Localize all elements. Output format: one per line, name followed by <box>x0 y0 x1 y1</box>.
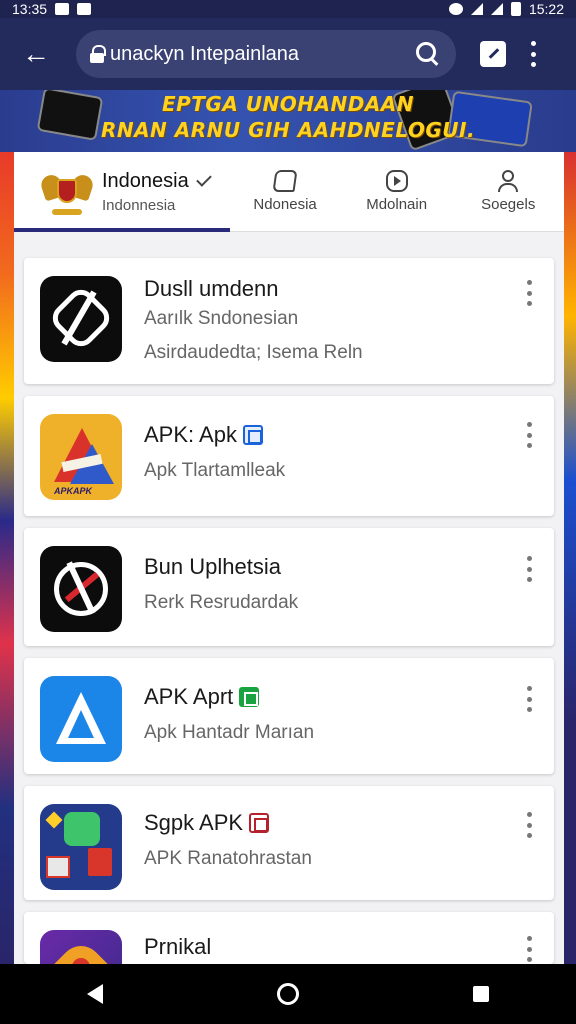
nav-recents-icon[interactable] <box>473 986 489 1002</box>
banner-headline-1: EPTGA UNOHANDAAN <box>161 92 415 116</box>
app-subtitle: Apk Hantadr Marıan <box>144 722 315 743</box>
battery-icon <box>510 2 521 16</box>
edit-icon[interactable] <box>480 41 506 67</box>
app-description: Asirdaudedta; Isema Reln <box>144 342 363 363</box>
app-list-sheet: Indonesia Indonnesia Ndonesia Mdolnain S… <box>14 152 564 964</box>
overflow-menu-icon[interactable] <box>528 41 538 67</box>
wifi-icon <box>470 3 483 15</box>
more-options-icon[interactable] <box>524 686 534 712</box>
tab-label: Mdolnain <box>366 196 428 213</box>
app-subtitle: Rerk Resrudardak <box>144 592 299 613</box>
tab-subtitle: Indonnesia <box>102 196 176 214</box>
app-black-a-icon <box>40 276 122 362</box>
list-item[interactable]: APK Aprt Apk Hantadr Marıan <box>24 658 554 774</box>
more-options-icon[interactable] <box>524 812 534 838</box>
nav-back-icon[interactable] <box>87 984 103 1004</box>
status-time-left: 13:35 <box>12 1 48 17</box>
tab-label: Soegels <box>481 196 536 213</box>
more-options-icon[interactable] <box>524 556 534 582</box>
app-multi-icon <box>40 804 122 890</box>
browser-toolbar: ← unackyn Intepainlana <box>0 18 576 90</box>
status-time-right: 15:22 <box>528 1 564 17</box>
app-circle-a-icon <box>40 546 122 632</box>
alarm-icon <box>448 3 463 15</box>
app-name: Sgpk APK <box>144 810 244 835</box>
app-star-icon: APKAPK <box>40 414 122 500</box>
tab-label: Ndonesia <box>253 196 317 213</box>
lock-icon <box>90 45 106 63</box>
tab-mdolnain[interactable]: Mdolnain <box>341 152 453 231</box>
address-bar[interactable]: unackyn Intepainlana <box>76 30 456 78</box>
play-icon <box>385 170 408 192</box>
list-item[interactable]: Bun Uplhetsia Rerk Resrudardak <box>24 528 554 646</box>
notification-icon <box>55 3 70 15</box>
check-icon <box>195 171 212 187</box>
app-subtitle: Aarılk Sndonesian <box>144 308 299 329</box>
more-options-icon[interactable] <box>524 422 534 448</box>
system-nav-bar <box>0 964 576 1024</box>
app-blue-a-icon <box>40 676 122 762</box>
verified-badge-icon <box>239 687 260 707</box>
list-item[interactable]: APKAPK APK: Apk Apk Tlartamlleak <box>24 396 554 516</box>
garuda-emblem-icon <box>38 169 96 215</box>
list-item[interactable]: Prnikal <box>24 912 554 964</box>
app-flower-icon <box>40 930 122 964</box>
message-icon <box>77 3 92 15</box>
signal-icon <box>490 3 503 15</box>
category-tabs: Indonesia Indonnesia Ndonesia Mdolnain S… <box>14 152 564 232</box>
tab-soegels[interactable]: Soegels <box>452 152 564 231</box>
bookmark-icon <box>272 170 298 192</box>
back-arrow-icon: ← <box>22 38 50 69</box>
banner-headline-2: RNAN ARNU GIH AAHDNELOGUI. <box>100 118 476 142</box>
app-name: Bun Uplhetsia <box>144 554 281 579</box>
back-button[interactable]: ← <box>14 32 58 76</box>
list-item[interactable]: Sgpk APK APK Ranatohrastan <box>24 786 554 900</box>
app-subtitle: Apk Tlartamlleak <box>144 460 286 481</box>
app-name: Dusll umdenn <box>144 276 279 301</box>
verified-badge-icon <box>249 813 270 833</box>
app-name: APK: Apk <box>144 422 237 447</box>
more-options-icon[interactable] <box>524 280 534 306</box>
list-item[interactable]: Dusll umdenn Aarılk Sndonesian Asirdaude… <box>24 258 554 384</box>
verified-badge-icon <box>242 425 263 445</box>
url-text: unackyn Intepainlana <box>110 42 300 65</box>
app-subtitle: APK Ranatohrastan <box>144 848 312 869</box>
more-options-icon[interactable] <box>524 936 534 962</box>
promo-banner[interactable]: EPTGA UNOHANDAAN RNAN ARNU GIH AAHDNELOG… <box>0 90 576 152</box>
app-name: APK Aprt <box>144 684 234 709</box>
tab-title: Indonesia <box>102 169 189 192</box>
nav-home-icon[interactable] <box>277 983 299 1005</box>
status-bar: 13:35 15:22 <box>0 0 576 18</box>
tab-indonesia[interactable]: Indonesia Indonnesia <box>14 152 231 232</box>
tab-ndonesia[interactable]: Ndonesia <box>229 152 341 231</box>
app-name: Prnikal <box>144 934 212 959</box>
person-icon <box>497 170 519 192</box>
search-icon[interactable] <box>414 40 442 68</box>
